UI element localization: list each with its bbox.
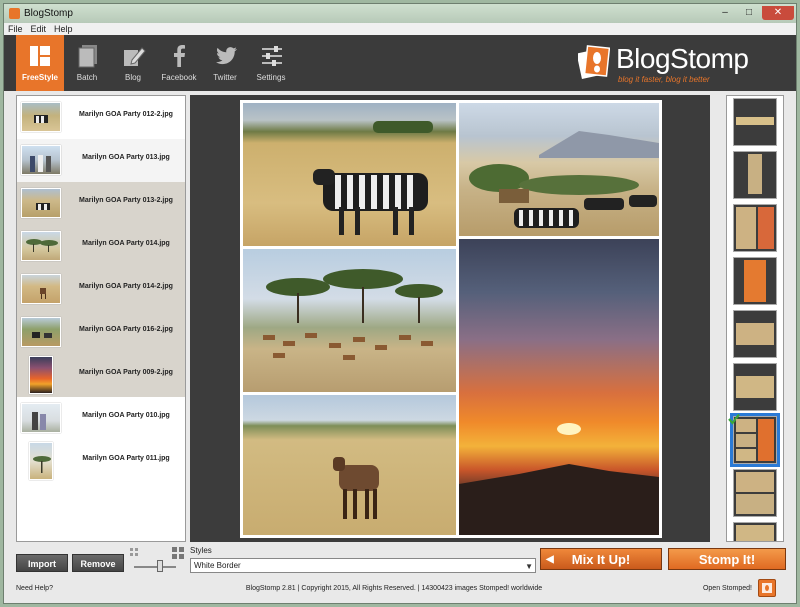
styles-label: Styles [190, 546, 212, 555]
minimize-button[interactable]: – [714, 6, 736, 20]
app-icon [9, 8, 20, 19]
list-item[interactable]: Marilyn GOA Party 011.jpg [17, 440, 185, 483]
layout-option[interactable] [733, 151, 777, 199]
collage-photo-zebras-giraffe[interactable] [459, 103, 659, 236]
list-item[interactable]: Marilyn GOA Party 016-2.jpg [17, 311, 185, 354]
main-toolbar: FreeStyle Batch Blog Facebook Twitter Se… [4, 35, 796, 91]
collage-preview-area [190, 95, 710, 542]
open-stomped-label: Open Stomped! [702, 585, 752, 592]
bottom-controls: Import Remove Styles White Border ▼ ◀ Mi… [4, 544, 796, 603]
blogstomp-logo-icon [578, 45, 610, 79]
menu-file[interactable]: File [4, 23, 27, 35]
tool-label: Twitter [213, 73, 237, 82]
play-left-icon: ◀ [546, 554, 554, 565]
list-item[interactable]: Marilyn GOA Party 013.jpg [17, 139, 185, 182]
close-button[interactable]: ✕ [762, 6, 794, 20]
settings-icon [262, 46, 282, 66]
list-item[interactable]: Marilyn GOA Party 009-2.jpg [17, 354, 185, 397]
file-name: Marilyn GOA Party 012-2.jpg [79, 111, 173, 118]
stomp-it-button[interactable]: Stomp It! [668, 548, 786, 570]
styles-dropdown[interactable]: White Border ▼ [190, 558, 536, 573]
photo-thumbnail [21, 317, 61, 347]
layout-option-selected[interactable] [728, 413, 780, 467]
photo-thumbnail [21, 274, 61, 304]
layout-option[interactable] [733, 98, 777, 146]
layout-option[interactable] [733, 469, 777, 517]
open-stomped-folder-icon[interactable] [758, 579, 776, 597]
status-bar: Need Help? BlogStomp 2.81 | Copyright 20… [4, 579, 796, 599]
photo-thumbnail [21, 188, 61, 218]
file-name: Marilyn GOA Party 014-2.jpg [79, 283, 173, 290]
list-item[interactable]: Marilyn GOA Party 014.jpg [17, 225, 185, 268]
batch-icon [78, 45, 97, 68]
window-title: BlogStomp [24, 8, 73, 19]
tool-batch[interactable]: Batch [64, 35, 110, 91]
mix-it-up-button[interactable]: ◀ Mix It Up! [540, 548, 662, 570]
layout-option[interactable] [733, 310, 777, 358]
layout-option[interactable] [733, 363, 777, 411]
brand-logo: BlogStomp blog it faster, blog it better [578, 43, 778, 85]
slider-handle[interactable] [157, 560, 163, 572]
layout-strip [726, 95, 784, 542]
menu-help[interactable]: Help [50, 23, 77, 35]
thumbnail-size-slider[interactable] [134, 566, 176, 568]
file-name: Marilyn GOA Party 013-2.jpg [79, 197, 173, 204]
chevron-down-icon: ▼ [525, 562, 533, 571]
import-button[interactable]: Import [16, 554, 68, 572]
need-help-link[interactable]: Need Help? [16, 585, 53, 592]
layout-option[interactable] [733, 257, 777, 305]
brand-tagline: blog it faster, blog it better [618, 75, 710, 84]
photo-thumbnail [21, 231, 61, 261]
tool-settings[interactable]: Settings [248, 35, 294, 91]
list-item[interactable]: Marilyn GOA Party 014-2.jpg [17, 268, 185, 311]
twitter-icon [216, 47, 237, 65]
blog-icon [124, 47, 146, 66]
collage-canvas[interactable] [240, 100, 662, 538]
photo-thumbnail [21, 403, 61, 433]
list-item[interactable]: Marilyn GOA Party 012-2.jpg [17, 96, 185, 139]
photo-thumbnail [29, 442, 53, 480]
styles-selected-value: White Border [194, 561, 241, 570]
file-name: Marilyn GOA Party 014.jpg [82, 240, 170, 247]
collage-photo-acacia-gazelles[interactable] [243, 249, 456, 392]
tool-freestyle[interactable]: FreeStyle [16, 35, 64, 91]
small-grid-icon [130, 548, 138, 556]
freestyle-icon [30, 46, 50, 66]
collage-photo-topi[interactable] [243, 395, 456, 535]
layout-option[interactable] [733, 522, 777, 541]
large-grid-icon [172, 547, 184, 559]
collage-photo-sunset[interactable] [459, 239, 659, 535]
tool-label: Blog [124, 73, 141, 82]
remove-button[interactable]: Remove [72, 554, 124, 572]
file-name: Marilyn GOA Party 010.jpg [82, 412, 170, 419]
collage-photo-zebras[interactable] [243, 103, 456, 246]
tool-label: Facebook [161, 73, 197, 82]
maximize-button[interactable]: □ [738, 6, 760, 20]
file-name: Marilyn GOA Party 011.jpg [82, 455, 170, 462]
list-item[interactable]: Marilyn GOA Party 010.jpg [17, 397, 185, 440]
layout-option[interactable] [733, 204, 777, 252]
facebook-icon [174, 45, 185, 67]
tool-label: FreeStyle [21, 73, 59, 82]
photo-thumbnail [29, 356, 53, 394]
tool-twitter[interactable]: Twitter [202, 35, 248, 91]
mix-label: Mix It Up! [571, 552, 631, 567]
file-list: Marilyn GOA Party 012-2.jpg Marilyn GOA … [16, 95, 186, 542]
file-name: Marilyn GOA Party 016-2.jpg [79, 326, 173, 333]
file-name: Marilyn GOA Party 013.jpg [82, 154, 170, 161]
menu-edit[interactable]: Edit [27, 23, 51, 35]
copyright-text: BlogStomp 2.81 | Copyright 2015, All Rig… [245, 585, 543, 592]
tool-label: Settings [256, 73, 286, 82]
menu-bar: File Edit Help [4, 23, 796, 35]
photo-thumbnail [21, 102, 61, 132]
file-name: Marilyn GOA Party 009-2.jpg [79, 369, 173, 376]
brand-name: BlogStomp [616, 43, 749, 74]
app-window: BlogStomp – □ ✕ File Edit Help FreeStyle B… [3, 3, 797, 604]
photo-thumbnail [21, 145, 61, 175]
list-item[interactable]: Marilyn GOA Party 013-2.jpg [17, 182, 185, 225]
tool-blog[interactable]: Blog [110, 35, 156, 91]
tool-facebook[interactable]: Facebook [156, 35, 202, 91]
tool-label: Batch [76, 73, 98, 82]
title-bar: BlogStomp – □ ✕ [4, 4, 796, 23]
